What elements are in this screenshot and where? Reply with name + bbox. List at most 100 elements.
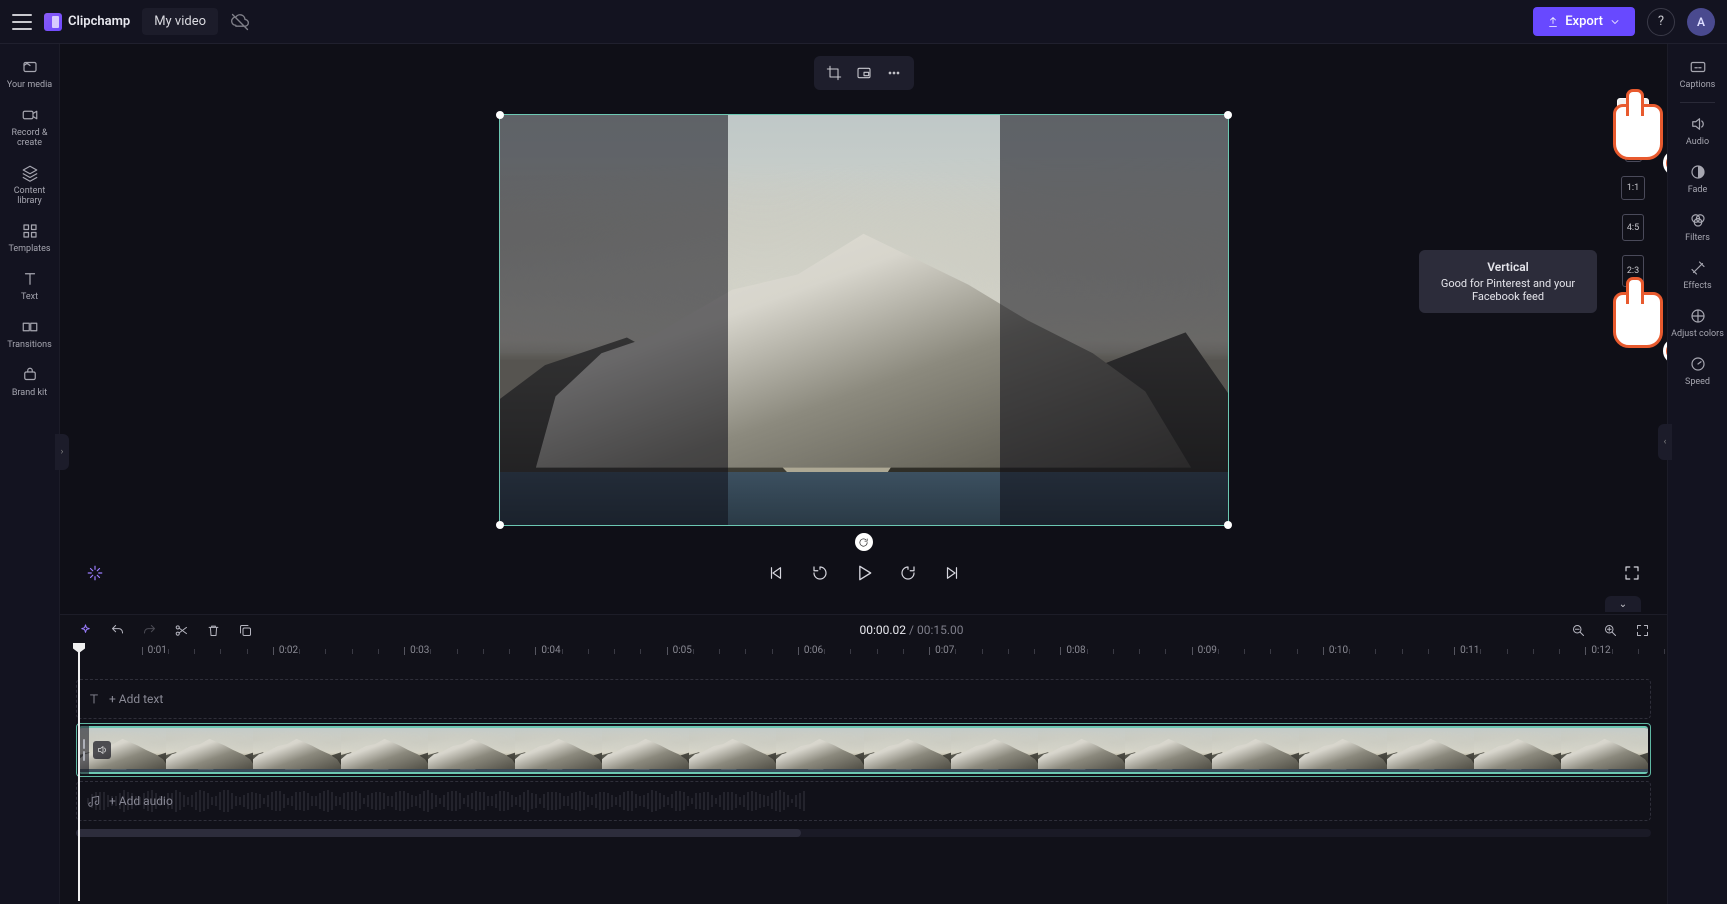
- resize-handle[interactable]: [496, 111, 504, 119]
- audio-icon: [1689, 115, 1707, 133]
- app-header: Clipchamp My video Export ? A: [0, 0, 1727, 44]
- brand-kit-icon: [21, 366, 39, 384]
- aspect-tooltip: Vertical Good for Pinterest and your Fac…: [1419, 250, 1597, 313]
- undo-button[interactable]: [108, 621, 126, 639]
- rotate-handle[interactable]: [855, 533, 873, 551]
- project-title[interactable]: My video: [142, 8, 218, 35]
- resize-handle[interactable]: [1224, 111, 1232, 119]
- crop-mask-left: [500, 115, 728, 525]
- clip-thumbnail: [602, 728, 689, 772]
- playhead[interactable]: [78, 645, 80, 901]
- sidebar-item-label: Text: [21, 292, 38, 302]
- ai-button[interactable]: [76, 621, 94, 639]
- add-text-label: + Add text: [109, 692, 163, 706]
- timeline-collapse-toggle[interactable]: ⌄: [1605, 596, 1641, 612]
- sidebar-item-filters[interactable]: Filters: [1668, 205, 1727, 253]
- help-button[interactable]: ?: [1647, 8, 1675, 36]
- sidebar-item-label: Audio: [1686, 137, 1709, 147]
- sidebar-item-label: Adjust colors: [1671, 329, 1724, 339]
- fullscreen-button[interactable]: [1619, 560, 1645, 586]
- sidebar-item-your-media[interactable]: Your media: [0, 52, 59, 100]
- zoom-fit-button[interactable]: [1633, 621, 1651, 639]
- sidebar-item-templates[interactable]: Templates: [0, 216, 59, 264]
- filters-icon: [1689, 211, 1707, 229]
- duration: 00:15.00: [917, 623, 964, 637]
- sidebar-item-brand-kit[interactable]: Brand kit: [0, 360, 59, 408]
- sidebar-item-label: Speed: [1685, 377, 1710, 387]
- crop-mask-right: [1000, 115, 1228, 525]
- logo-mark: [44, 13, 62, 31]
- brand-name: Clipchamp: [68, 14, 130, 29]
- timeline-scrollbar[interactable]: [76, 829, 1651, 837]
- sidebar-item-transitions[interactable]: Transitions: [0, 312, 59, 360]
- sidebar-item-label: Fade: [1688, 185, 1708, 195]
- avatar[interactable]: A: [1687, 8, 1715, 36]
- clip-thumbnail: [1212, 728, 1299, 772]
- clip-audio-icon[interactable]: [93, 741, 111, 759]
- skip-start-button[interactable]: [763, 560, 789, 586]
- sidebar-item-label: Your media: [7, 80, 52, 90]
- clip-thumbnail: [951, 728, 1038, 772]
- sidebar-item-label: Effects: [1683, 281, 1711, 291]
- current-time: 00:00.02: [860, 623, 907, 637]
- sidebar-item-audio[interactable]: Audio: [1668, 109, 1727, 157]
- text-track[interactable]: + Add text: [76, 679, 1651, 719]
- export-button[interactable]: Export: [1533, 7, 1635, 36]
- export-button-label: Export: [1565, 14, 1603, 29]
- skip-end-button[interactable]: [939, 560, 965, 586]
- rewind-5-button[interactable]: [807, 560, 833, 586]
- pointer-badge: 2: [1663, 338, 1667, 364]
- zoom-in-button[interactable]: [1601, 621, 1619, 639]
- sidebar-item-adjust-colors[interactable]: Adjust colors: [1668, 301, 1727, 349]
- adjust-colors-icon: [1689, 307, 1707, 325]
- pointer-badge: 1: [1663, 150, 1667, 176]
- templates-icon: [21, 222, 39, 240]
- clip-thumbnail: [1474, 728, 1561, 772]
- clip-trim-handle[interactable]: [79, 726, 89, 774]
- sidebar-item-record-create[interactable]: Record & create: [0, 100, 59, 158]
- resize-handle[interactable]: [496, 521, 504, 529]
- timeline-ruler[interactable]: 0:010:020:030:040:050:060:070:080:090:10…: [60, 645, 1667, 671]
- pointer-hand-icon: [1613, 292, 1663, 348]
- redo-button[interactable]: [140, 621, 158, 639]
- transport-bar: [60, 560, 1667, 586]
- hamburger-menu[interactable]: [12, 14, 32, 30]
- more-button[interactable]: [880, 61, 908, 85]
- sidebar-item-label: Brand kit: [12, 388, 47, 398]
- right-panel-expand[interactable]: ‹: [1658, 424, 1672, 460]
- pip-button[interactable]: [850, 61, 878, 85]
- sync-off-icon[interactable]: [230, 12, 250, 32]
- video-track-clip[interactable]: [76, 723, 1651, 777]
- sidebar-item-label: Transitions: [7, 340, 52, 350]
- play-button[interactable]: [851, 560, 877, 586]
- sidebar-item-label: Filters: [1685, 233, 1710, 243]
- aspect-4-5[interactable]: 4:5: [1622, 214, 1644, 241]
- clip-thumbnail: [689, 728, 776, 772]
- sidebar-item-content-library[interactable]: Content library: [0, 158, 59, 216]
- duplicate-button[interactable]: [236, 621, 254, 639]
- sidebar-item-captions[interactable]: Captions: [1668, 52, 1727, 100]
- fade-icon: [1689, 163, 1707, 181]
- clip-thumbnail: [776, 728, 863, 772]
- zoom-out-button[interactable]: [1569, 621, 1587, 639]
- sidebar-item-speed[interactable]: Speed: [1668, 349, 1727, 397]
- sidebar-item-label: Content library: [2, 186, 57, 206]
- resize-handle[interactable]: [1224, 521, 1232, 529]
- clip-thumbnail: [864, 728, 951, 772]
- preview-canvas[interactable]: [499, 114, 1229, 526]
- crop-button[interactable]: [820, 61, 848, 85]
- sidebar-item-effects[interactable]: Effects: [1668, 253, 1727, 301]
- clip-toolbar: [814, 56, 914, 90]
- sidebar-item-text[interactable]: Text: [0, 264, 59, 312]
- ai-sparkle-button[interactable]: [82, 560, 108, 586]
- sidebar-item-fade[interactable]: Fade: [1668, 157, 1727, 205]
- clip-thumbnail: [166, 728, 253, 772]
- left-sidebar: Your media Record & create Content libra…: [0, 44, 60, 904]
- annotation-pointer-1: 1: [1613, 104, 1667, 170]
- delete-button[interactable]: [204, 621, 222, 639]
- forward-5-button[interactable]: [895, 560, 921, 586]
- audio-track[interactable]: + Add audio: [76, 781, 1651, 821]
- brand-logo[interactable]: Clipchamp: [44, 13, 130, 31]
- aspect-1-1[interactable]: 1:1: [1621, 176, 1645, 200]
- split-button[interactable]: [172, 621, 190, 639]
